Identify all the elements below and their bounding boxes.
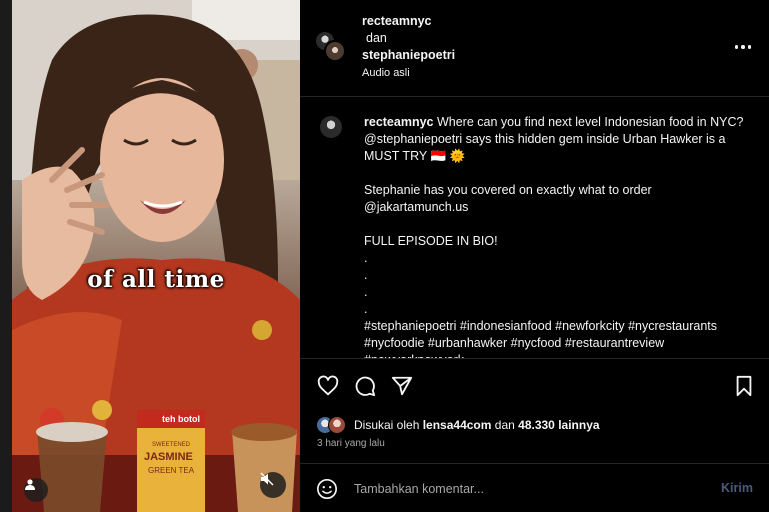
post-timestamp[interactable]: 3 hari yang lalu (317, 438, 385, 449)
muted-speaker-icon (260, 472, 274, 486)
video-caption: of all time (87, 266, 225, 293)
comment-input[interactable] (354, 478, 694, 500)
product-label-line1: JASMINE (144, 451, 193, 463)
header-connector: dan (366, 31, 387, 45)
likes-prefix: Disukai oleh (354, 418, 420, 432)
left-gutter (0, 0, 12, 512)
save-button[interactable] (731, 373, 757, 399)
audio-link[interactable]: Audio asli (362, 67, 410, 79)
avatar (328, 416, 346, 434)
caption-text-3: FULL EPISODE IN BIO! (364, 234, 498, 248)
user-tag-icon (25, 479, 35, 490)
post-caption: recteamnyc Where can you find next level… (364, 114, 744, 358)
avatar (324, 40, 346, 62)
post-actions: Disukai oleh lensa44com dan 48.330 lainn… (300, 358, 769, 462)
comment-composer: Kirim (300, 463, 769, 512)
caption-username[interactable]: recteamnyc (364, 115, 434, 129)
header-username-2[interactable]: stephaniepoetri (362, 48, 455, 62)
caption-dot: . (364, 302, 368, 316)
heart-icon (317, 375, 339, 396)
header-username-1[interactable]: recteamnyc (362, 14, 432, 28)
emoji-button[interactable] (315, 477, 339, 501)
mute-button[interactable] (260, 472, 286, 498)
comment-icon (355, 376, 376, 397)
caption-hashtags[interactable]: #stephaniepoetri #indonesianfood #newfor… (364, 318, 744, 358)
post-comment-button[interactable]: Kirim (721, 481, 753, 495)
product-label-line2: GREEN TEA (148, 466, 195, 475)
caption-scroll-area[interactable]: recteamnyc Where can you find next level… (300, 98, 769, 358)
bookmark-icon (736, 375, 752, 397)
caption-line-1: recteamnyc Where can you find next level… (364, 114, 744, 165)
likes-text: Disukai oleh lensa44com dan 48.330 lainn… (354, 418, 600, 432)
caption-dot: . (364, 251, 368, 265)
more-options-button[interactable] (732, 36, 754, 58)
likes-liker[interactable]: lensa44com (423, 418, 492, 432)
user-tag-button[interactable] (24, 478, 48, 502)
caption-dot: . (364, 268, 368, 282)
share-button[interactable] (389, 373, 415, 399)
likes-connector: dan (494, 418, 515, 432)
emoji-icon (317, 479, 337, 499)
likes-count[interactable]: 48.330 lainnya (518, 418, 599, 432)
more-horizontal-icon (747, 45, 752, 49)
collab-avatars[interactable] (314, 30, 348, 64)
send-icon (391, 376, 413, 396)
product-small-text: SWEETENED (152, 442, 191, 448)
more-horizontal-icon (734, 45, 739, 49)
caption-dot: . (364, 285, 368, 299)
likes-summary[interactable]: Disukai oleh lensa44com dan 48.330 lainn… (316, 414, 600, 436)
comment-button[interactable] (352, 373, 378, 399)
more-horizontal-icon (741, 45, 745, 49)
post-panel: recteamnyc dan stephaniepoetri Audio asl… (300, 0, 769, 512)
avatar[interactable] (320, 116, 342, 138)
like-button[interactable] (315, 373, 341, 399)
video-frame-illustration (12, 0, 300, 512)
post-header: recteamnyc dan stephaniepoetri Audio asl… (300, 0, 769, 97)
reel-video[interactable]: teh botol SWEETENED JASMINE GREEN TEA of… (12, 0, 300, 512)
product-brand-text: teh botol (162, 414, 200, 424)
caption-text-2: Stephanie has you covered on exactly wha… (364, 183, 652, 214)
